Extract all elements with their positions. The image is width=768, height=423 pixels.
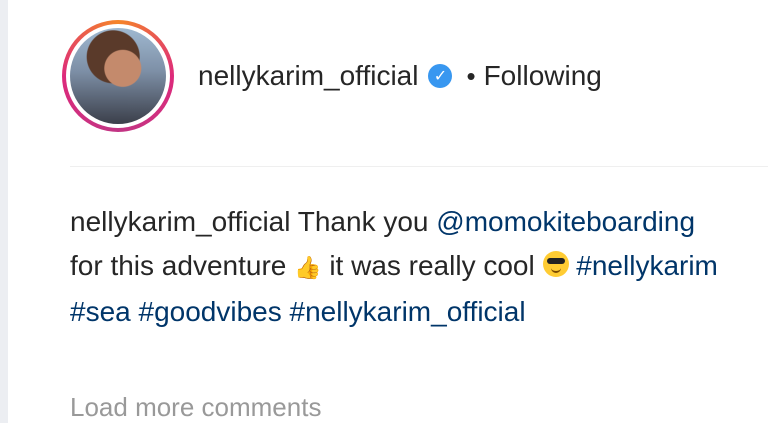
hashtag-link[interactable]: #sea <box>70 296 131 327</box>
post-header: nellykarim_official ✓ • Following <box>62 18 602 134</box>
sunglasses-emoji-icon <box>542 251 569 277</box>
hashtag-link[interactable]: #nellykarim <box>576 250 718 281</box>
separator-dot: • <box>466 60 476 91</box>
following-button[interactable]: Following <box>484 60 602 92</box>
mention-link[interactable]: @momokiteboarding <box>436 206 695 237</box>
verified-check-icon: ✓ <box>428 64 453 88</box>
caption-author-link[interactable]: nellykarim_official <box>70 206 290 237</box>
hashtag-link[interactable]: #goodvibes <box>139 296 282 327</box>
load-more-comments-button[interactable]: Load more comments <box>70 392 321 423</box>
thumbs-up-emoji-icon: 👍 <box>294 255 322 280</box>
left-sidebar-strip <box>0 0 8 423</box>
caption-text: for this adventure <box>70 250 287 281</box>
divider <box>70 166 768 167</box>
post-username-link[interactable]: nellykarim_official <box>198 60 418 92</box>
hashtag-link[interactable]: #nellykarim_official <box>290 296 526 327</box>
caption-text: it was really cool <box>329 250 535 281</box>
story-ring[interactable] <box>62 20 174 132</box>
caption-text: Thank you <box>297 206 429 237</box>
post-caption: nellykarim_official Thank you @momokiteb… <box>70 200 730 334</box>
avatar[interactable] <box>70 28 166 124</box>
